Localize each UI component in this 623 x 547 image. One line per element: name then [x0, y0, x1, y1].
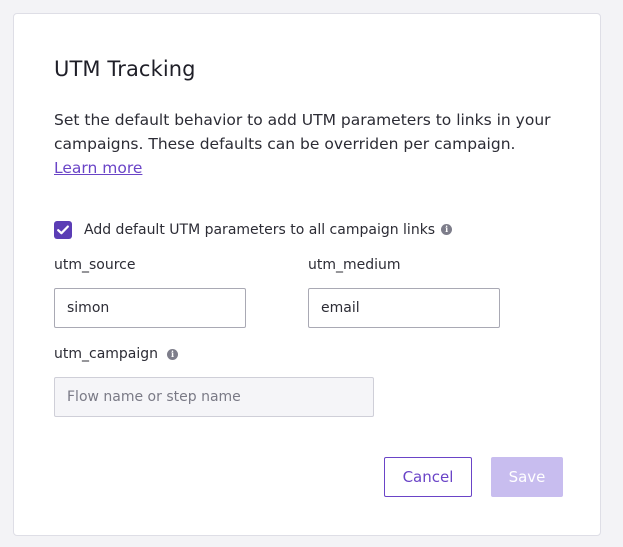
info-icon[interactable]: i	[167, 348, 179, 360]
default-params-row: Add default UTM parameters to all campai…	[54, 220, 453, 240]
utm-campaign-label-row: utm_campaign i	[54, 346, 179, 362]
utm-campaign-label: utm_campaign	[54, 346, 159, 362]
utm-medium-label: utm_medium	[308, 257, 401, 273]
default-params-label: Add default UTM parameters to all campai…	[84, 222, 436, 238]
info-icon[interactable]: i	[441, 223, 453, 235]
checkmark-icon	[57, 225, 69, 235]
dialog-title: UTM Tracking	[54, 57, 196, 81]
utm-medium-input[interactable]	[308, 288, 500, 328]
utm-source-label: utm_source	[54, 257, 136, 273]
utm-tracking-dialog: UTM Tracking Set the default behavior to…	[13, 13, 601, 536]
description-text: Set the default behavior to add UTM para…	[54, 111, 551, 153]
utm-source-input[interactable]	[54, 288, 246, 328]
dialog-description: Set the default behavior to add UTM para…	[54, 108, 554, 180]
default-params-checkbox[interactable]	[54, 221, 72, 239]
learn-more-link[interactable]: Learn more	[54, 159, 142, 177]
cancel-button[interactable]: Cancel	[384, 457, 472, 497]
save-button[interactable]: Save	[491, 457, 563, 497]
utm-campaign-input[interactable]	[54, 377, 374, 417]
